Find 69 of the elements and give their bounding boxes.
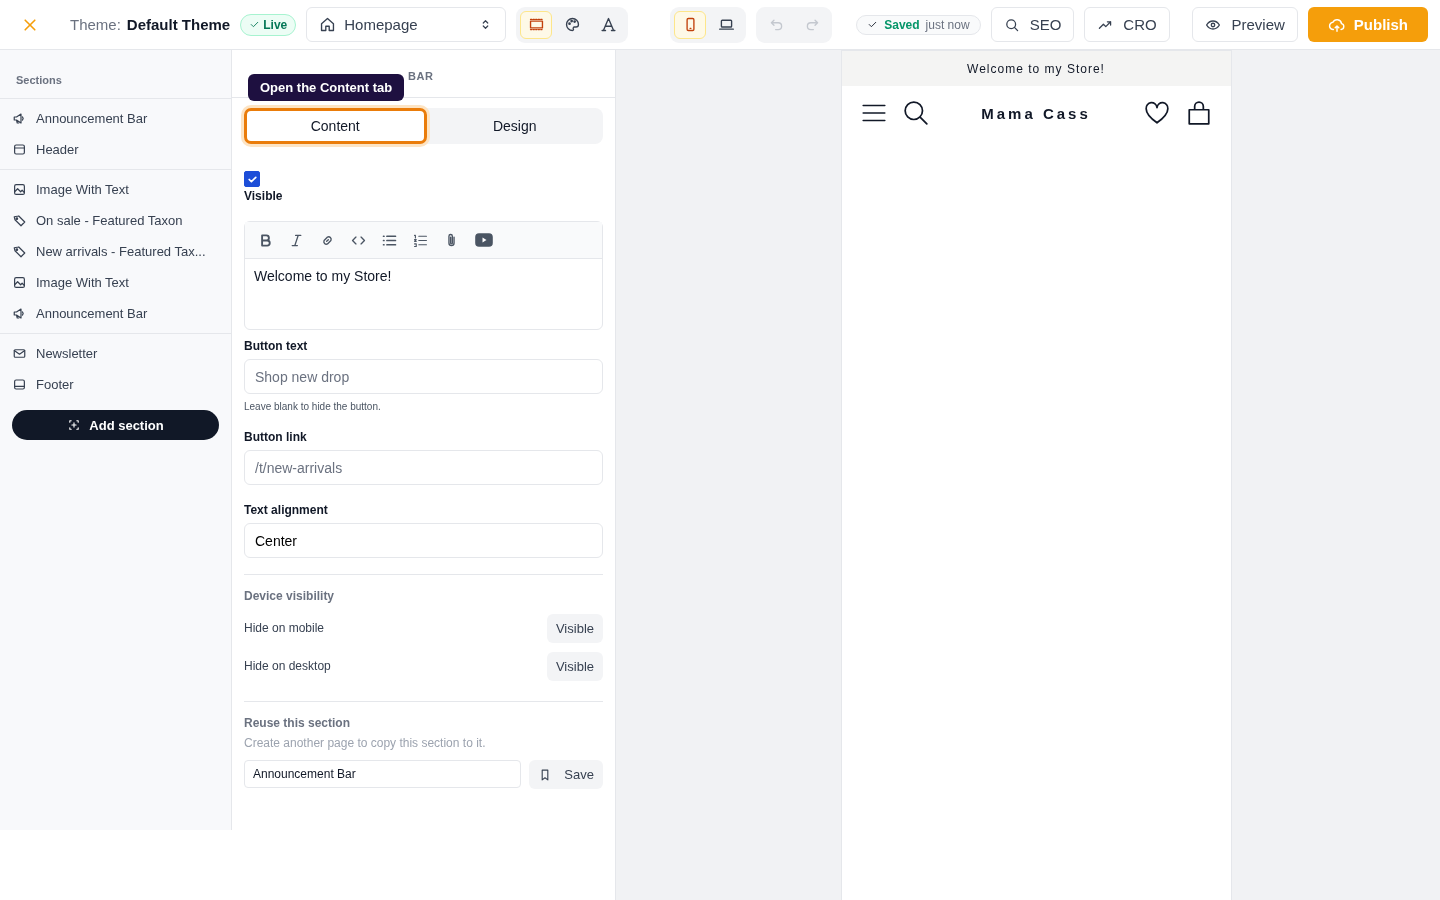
- header-layout-icon: [12, 142, 27, 157]
- theme-name: Default Theme: [126, 16, 231, 33]
- home-icon: [319, 16, 337, 33]
- section-heading: Reuse this section: [244, 716, 352, 730]
- live-badge: Live: [240, 13, 297, 36]
- checkbox-label: Visible: [244, 189, 284, 203]
- search-icon: [902, 100, 929, 126]
- close-icon: [22, 16, 38, 33]
- section-item[interactable]: Footer: [0, 369, 231, 400]
- tag-icon: [12, 244, 27, 259]
- input-field[interactable]: /t/new-arrivals: [244, 450, 603, 485]
- megaphone-icon: [12, 111, 27, 126]
- check-icon: [867, 19, 879, 30]
- check-icon: [249, 19, 261, 30]
- tab[interactable]: Design: [426, 108, 603, 144]
- setting-label: Hide on desktop: [244, 659, 331, 673]
- editor-text: Welcome to my Store!: [253, 267, 393, 286]
- store-name: Mama Cass: [980, 104, 1092, 122]
- image-icon: [12, 182, 27, 197]
- input-field[interactable]: Shop new drop: [244, 359, 603, 394]
- saved-time: just now: [925, 17, 970, 32]
- section-item[interactable]: Image With Text: [0, 174, 231, 205]
- megaphone-icon: [12, 306, 27, 321]
- add-icon: [67, 418, 82, 432]
- seo-button[interactable]: SEO: [990, 7, 1075, 42]
- setting-label: Hide on mobile: [244, 621, 325, 635]
- image-icon: [12, 275, 27, 290]
- footer-layout-icon: [12, 377, 27, 392]
- tag-icon: [12, 213, 27, 228]
- input-field[interactable]: Center: [244, 523, 603, 558]
- hint-text: Create another page to copy this section to it.: [244, 736, 487, 750]
- input-field[interactable]: Announcement Bar: [244, 760, 522, 788]
- visibility-toggle[interactable]: Visible: [546, 613, 603, 643]
- search-icon: [1003, 16, 1020, 33]
- section-heading: Device visibility: [244, 589, 336, 603]
- check-icon: [246, 173, 258, 185]
- preview-button[interactable]: Preview: [1192, 7, 1298, 42]
- section-item[interactable]: Newsletter: [0, 338, 231, 369]
- palette-icon: [563, 16, 581, 33]
- help-text: Leave blank to hide the button.: [244, 401, 382, 412]
- tab[interactable]: Content: [244, 108, 427, 144]
- section-item[interactable]: On sale - Featured Taxon: [0, 205, 231, 236]
- page-select[interactable]: Homepage: [306, 7, 507, 42]
- rich-text-editor[interactable]: Welcome to my Store!: [244, 221, 603, 330]
- tooltip: Open the Content tab: [248, 74, 405, 101]
- video-icon: [474, 230, 494, 250]
- typography-icon: [599, 16, 617, 33]
- layout-icon: [527, 16, 545, 33]
- save-button[interactable]: Save: [529, 760, 603, 789]
- section-item[interactable]: Header: [0, 134, 231, 165]
- field-label: Button link: [244, 430, 308, 444]
- field-label: Text alignment: [244, 503, 329, 517]
- saved-label: Saved: [884, 17, 920, 32]
- field-label: Button text: [244, 339, 309, 353]
- add-section-button[interactable]: Add section: [12, 410, 219, 440]
- sidebar-title: Sections: [0, 50, 231, 99]
- section-item[interactable]: Announcement Bar: [0, 103, 231, 134]
- visibility-toggle[interactable]: Visible: [546, 651, 603, 681]
- mail-icon: [12, 346, 27, 361]
- checkbox[interactable]: [244, 171, 260, 187]
- cro-button[interactable]: CRO: [1084, 7, 1170, 42]
- bag-icon: [1185, 100, 1212, 126]
- heart-icon: [1143, 100, 1170, 126]
- section-item[interactable]: New arrivals - Featured Tax...: [0, 236, 231, 267]
- section-item[interactable]: Image With Text: [0, 267, 231, 298]
- announcement-bar: Welcome to my Store!: [841, 51, 1231, 86]
- theme-label: Theme:: [70, 16, 121, 33]
- section-item[interactable]: Announcement Bar: [0, 298, 231, 329]
- editor-tab-button[interactable]: [520, 10, 553, 39]
